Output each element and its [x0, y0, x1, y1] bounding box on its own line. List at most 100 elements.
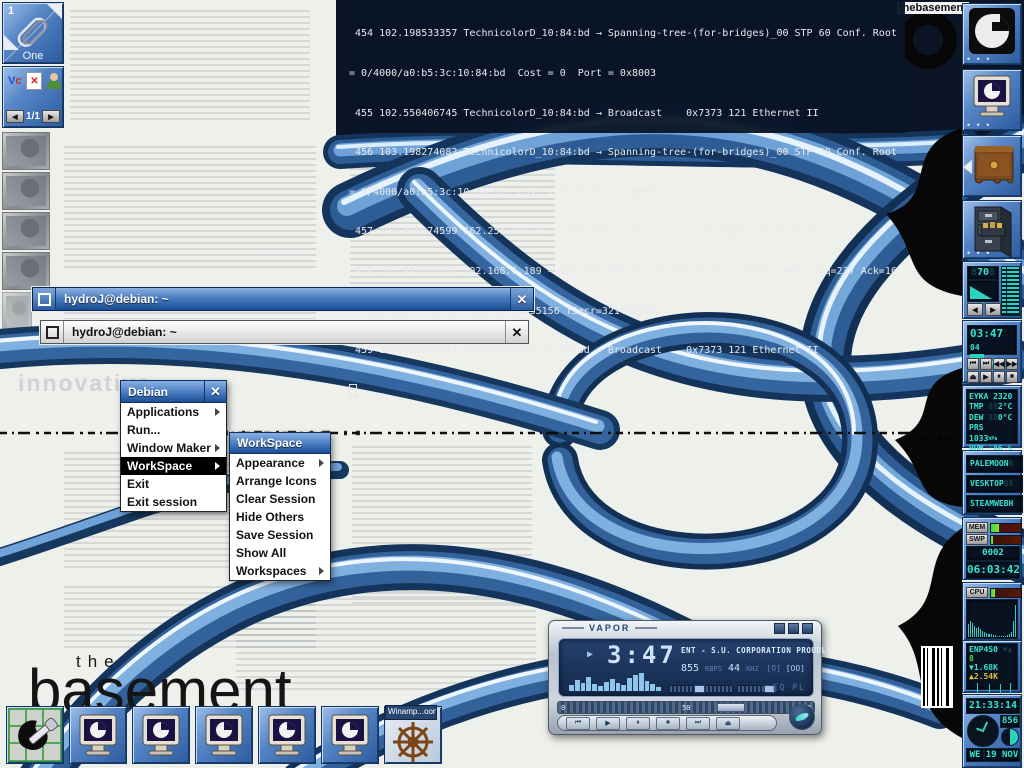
launcher-palemoon-button[interactable]: PALEMOON8 — [966, 455, 1023, 473]
dockapp-mixer[interactable]: 8708 ◀ ▶ — [962, 261, 1022, 319]
miniaturize-button[interactable] — [41, 321, 64, 343]
volume-knob[interactable] — [789, 704, 815, 730]
root-menu-title: Debian — [128, 385, 168, 399]
wallpaper-brand: thebasement — [897, 2, 969, 14]
window-titlebar-inactive[interactable]: hydroJ@debian: ~ ✕ — [40, 320, 529, 344]
terminal-cursor — [349, 384, 357, 397]
close-icon: ✕ — [512, 326, 523, 339]
moon-phase-icon — [1001, 728, 1019, 746]
cd-rewind-button[interactable]: ◀◀ — [993, 358, 1005, 370]
play-button[interactable]: ▶ — [596, 717, 620, 730]
close-icon: ✕ — [517, 293, 528, 306]
dock-tile-gnustep[interactable]: • • • — [962, 3, 1022, 65]
playlist-button[interactable]: PL — [792, 683, 805, 693]
pause-button[interactable]: ⏸ — [626, 717, 650, 730]
dock-tile-terminal-launcher[interactable]: • • • — [962, 69, 1022, 131]
appicon-terminal-4[interactable] — [258, 706, 316, 764]
menu-item-show-all[interactable]: Show All — [230, 544, 330, 562]
terminal-window[interactable]: 454 102.198533357 TechnicolorD_10:84:bd … — [345, 0, 905, 133]
stop-button[interactable]: ⏹ — [656, 717, 680, 730]
desktop: { "icons": { "close": "✕", "submenu": "▸… — [0, 0, 1024, 768]
player-shade-button[interactable] — [788, 623, 799, 634]
submenu-arrow-icon — [319, 459, 324, 467]
eq-button[interactable]: EQ — [773, 683, 786, 693]
menu-item-window-maker[interactable]: Window Maker — [121, 439, 226, 457]
tray-next-button[interactable]: ▶ — [42, 110, 60, 123]
clock-analog-face — [967, 715, 999, 747]
error-document-tray-icon[interactable]: ✕ — [26, 72, 42, 90]
menu-item-applications[interactable]: Applications — [121, 403, 226, 421]
terminal-line: = 0/4000/a0:b5:3c:10:84:bd Cost = 0 Port… — [349, 186, 905, 199]
drawer-arrow-icon[interactable] — [963, 160, 972, 174]
balance-slider[interactable] — [669, 685, 733, 693]
next-button[interactable]: ⏭ — [686, 717, 710, 730]
player-titlebar[interactable]: VAPOR — [549, 621, 821, 635]
dock-tile-drawer[interactable] — [962, 135, 1022, 197]
close-button[interactable]: ✕ — [510, 288, 533, 310]
menu-item-arrange-icons[interactable]: Arrange Icons — [230, 472, 330, 490]
appicon-terminal-5[interactable] — [321, 706, 379, 764]
vc-app-tray-icon[interactable]: Vc — [8, 75, 21, 87]
terminal-line: 458 103.449908962 192.168.1.189 → 162.25… — [349, 265, 905, 278]
miniwindow-winamp[interactable]: Winamp...oon — [384, 706, 442, 764]
dockapp-network[interactable]: ENP4S0 ▼▲ 8 ▼1.68K ▲2.54K ▼445 ▲66.0 — [962, 640, 1022, 693]
workspace-submenu-titlebar[interactable]: WorkSpace — [229, 432, 331, 454]
mixer-vu-right — [1006, 266, 1020, 316]
dockapp-clock[interactable]: 21:33:14 856 WE 19 NOV — [962, 694, 1022, 768]
miniaturize-icon — [46, 326, 59, 339]
seek-slider[interactable]: 0 50 100 — [557, 701, 815, 714]
audio-player-window[interactable]: VAPOR ▶ 3:47 ENT - S.U. CORPORATION PROU… — [548, 620, 822, 735]
menu-item-workspaces[interactable]: Workspaces — [230, 562, 330, 580]
prev-button[interactable]: ⏮ — [566, 717, 590, 730]
cd-stop-button[interactable]: ⏹ — [1006, 371, 1018, 383]
mixer-volume-slider[interactable] — [967, 280, 999, 302]
appicon-terminal-1[interactable] — [69, 706, 127, 764]
clock-date: 19 NOV — [984, 748, 1020, 762]
appicon-terminal-3[interactable] — [195, 706, 253, 764]
menu-item-run[interactable]: Run... — [121, 421, 226, 439]
clip-prev-button[interactable] — [4, 35, 19, 50]
menu-item-exit-session[interactable]: Exit session — [121, 493, 226, 511]
system-tray[interactable]: Vc ✕ ◀ 1/1 ▶ — [2, 66, 64, 128]
mem-label: MEM — [966, 522, 988, 533]
ship-wheel-icon — [385, 718, 441, 764]
menu-item-appearance[interactable]: Appearance — [230, 454, 330, 472]
cd-eject-button[interactable]: ⏏ — [967, 371, 979, 383]
dockapp-sysmon[interactable]: MEM SWP 0002 days, 06:03:42 — [962, 517, 1022, 580]
seek-thumb[interactable] — [717, 703, 745, 712]
dockapp-cd-player[interactable]: 03:47 04 *8TRANS ⦿ ⏮ ⏭ ◀◀ ▶▶ ⏏ ▶ ⏸ ⏹ — [962, 320, 1022, 383]
appicon-terminal-2[interactable] — [132, 706, 190, 764]
eject-button[interactable]: ⏏ — [716, 717, 740, 730]
mono-indicator: [O] — [766, 664, 780, 673]
dock-tile-file-cabinet[interactable]: • • • — [962, 200, 1022, 259]
clock-beats: 856 — [1000, 715, 1020, 728]
player-close-button[interactable] — [802, 623, 813, 634]
menu-item-hide-others[interactable]: Hide Others — [230, 508, 330, 526]
workspace-clip[interactable]: 1 One — [2, 2, 64, 64]
launcher-steamwebhelper-button[interactable]: STEAMWEBH — [966, 495, 1023, 513]
menu-item-exit[interactable]: Exit — [121, 475, 226, 493]
cd-next-track-button[interactable]: ⏭ — [980, 358, 992, 370]
dockapp-weather[interactable]: EYKA 2320 TMP 882°C DEW 880°C PRS 1033hP… — [962, 385, 1022, 448]
mixer-next-channel-button[interactable]: ▶ — [985, 303, 1001, 316]
window-titlebar-active[interactable]: hydroJ@debian: ~ ✕ — [32, 287, 534, 311]
user-tray-icon[interactable] — [47, 73, 61, 89]
menu-close-button[interactable]: ✕ — [204, 381, 226, 402]
menu-item-workspace[interactable]: WorkSpace — [121, 457, 226, 475]
close-button[interactable]: ✕ — [505, 321, 528, 343]
root-menu-titlebar[interactable]: Debian ✕ — [120, 380, 227, 403]
tray-prev-button[interactable]: ◀ — [6, 110, 24, 123]
cd-prev-track-button[interactable]: ⏮ — [967, 358, 979, 370]
menu-item-save-session[interactable]: Save Session — [230, 526, 330, 544]
player-minimize-button[interactable] — [774, 623, 785, 634]
cd-play-button[interactable]: ▶ — [980, 371, 992, 383]
mixer-prev-channel-button[interactable]: ◀ — [967, 303, 983, 316]
menu-item-clear-session[interactable]: Clear Session — [230, 490, 330, 508]
dockapp-cpu[interactable]: CPU — [962, 582, 1022, 640]
cd-pause-button[interactable]: ⏸ — [993, 371, 1005, 383]
cd-forward-button[interactable]: ▶▶ — [1006, 358, 1018, 370]
clip-next-button[interactable] — [47, 4, 62, 19]
launcher-vesktop-button[interactable]: VESKTOP88 — [966, 475, 1023, 493]
miniaturize-button[interactable] — [33, 288, 56, 310]
appicon-wprefs[interactable] — [6, 706, 64, 764]
